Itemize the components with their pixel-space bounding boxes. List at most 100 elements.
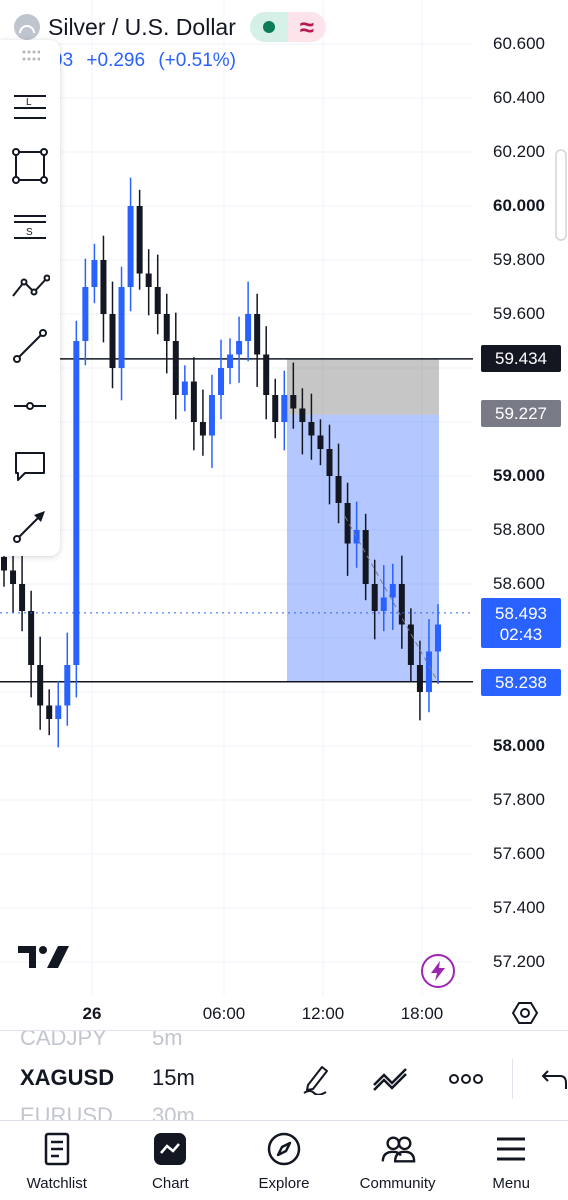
candle-body bbox=[263, 354, 270, 395]
horizontal-ray-tool[interactable] bbox=[8, 384, 52, 428]
time-label: 12:00 bbox=[301, 1004, 345, 1023]
price-label: 60.200 bbox=[493, 142, 545, 161]
candle-body bbox=[254, 314, 261, 355]
price-label: 58.800 bbox=[493, 520, 545, 539]
symbol-row[interactable]: CADJPY 5m bbox=[20, 1030, 183, 1051]
candle-body bbox=[380, 597, 387, 611]
candle-body bbox=[127, 206, 134, 287]
stop-loss-zone bbox=[287, 358, 439, 415]
tradingview-logo-icon[interactable] bbox=[18, 944, 70, 970]
market-status[interactable]: ≈ bbox=[249, 12, 326, 42]
candle-body bbox=[100, 260, 107, 314]
rectangle-tool[interactable] bbox=[8, 144, 52, 188]
drag-handle-icon[interactable] bbox=[22, 50, 40, 62]
nav-explore[interactable]: Explore bbox=[227, 1121, 341, 1200]
arrow-line-icon bbox=[13, 511, 45, 543]
community-icon bbox=[381, 1136, 415, 1163]
price-label: 58.000 bbox=[493, 736, 545, 755]
polyline-tool[interactable] bbox=[8, 264, 52, 308]
market-open-icon bbox=[249, 12, 288, 42]
compass-icon bbox=[267, 1132, 301, 1166]
svg-text:S: S bbox=[26, 227, 33, 238]
menu-icon bbox=[497, 1137, 526, 1161]
price-label: 60.600 bbox=[493, 34, 545, 53]
candle-body bbox=[181, 381, 188, 395]
candle-body bbox=[145, 273, 152, 287]
nav-chart[interactable]: Chart bbox=[114, 1121, 228, 1200]
candle-body bbox=[371, 584, 378, 611]
nav-community[interactable]: Community bbox=[341, 1121, 455, 1200]
symbol-name[interactable]: Silver / U.S. Dollar bbox=[48, 14, 236, 41]
chart-area[interactable]: Silver / U.S. Dollar ≈ 93 +0.296 (+0.51%… bbox=[0, 0, 568, 1040]
undo-button[interactable] bbox=[534, 1059, 568, 1099]
lower-line-price-tag: 58.238 bbox=[481, 669, 561, 696]
trendline-tool[interactable] bbox=[8, 324, 52, 368]
candle-body bbox=[73, 341, 80, 665]
horizontal-lines-S-tool[interactable]: S bbox=[8, 204, 52, 248]
nav-label: Watchlist bbox=[26, 1175, 87, 1192]
price-label: 60.000 bbox=[493, 196, 545, 215]
candle-body bbox=[272, 395, 279, 422]
candle-body bbox=[64, 665, 71, 706]
polyline-icon bbox=[12, 274, 50, 297]
symbol-interval-strip[interactable]: CADJPY 5m XAGUSD 15m EURUSD 30m bbox=[0, 1030, 568, 1122]
time-label: 18:00 bbox=[400, 1004, 444, 1023]
chart-icon bbox=[154, 1133, 187, 1165]
price-label: 57.800 bbox=[493, 790, 545, 809]
callout-tool[interactable] bbox=[8, 444, 52, 488]
horizontal-lines-L-icon: L bbox=[14, 95, 46, 119]
candle-body bbox=[37, 665, 44, 706]
change-value: +0.296 bbox=[86, 50, 146, 71]
candle-body bbox=[299, 408, 306, 422]
price-label: 57.200 bbox=[493, 952, 545, 971]
nav-label: Community bbox=[359, 1175, 436, 1192]
nav-label: Menu bbox=[492, 1175, 530, 1192]
more-button[interactable] bbox=[446, 1059, 486, 1099]
candle-body bbox=[308, 422, 315, 436]
candle-body bbox=[245, 314, 252, 341]
interval-label: 15m bbox=[152, 1065, 195, 1090]
price-label: 57.600 bbox=[493, 844, 545, 863]
multi-line-button[interactable] bbox=[370, 1059, 410, 1099]
nav-label: Explore bbox=[258, 1175, 310, 1192]
candle-body bbox=[208, 395, 215, 436]
interval-label: 5m bbox=[152, 1030, 183, 1050]
nav-watchlist[interactable]: Watchlist bbox=[0, 1121, 114, 1200]
candle-body bbox=[91, 260, 98, 287]
candle-body bbox=[82, 287, 89, 341]
candle-body bbox=[416, 665, 423, 692]
drawing-toolbar[interactable]: L S bbox=[0, 40, 60, 556]
current-price-tag: 58.493 02:43 bbox=[481, 598, 561, 648]
settings-icon[interactable] bbox=[512, 1000, 538, 1026]
right-panel-handle bbox=[555, 149, 567, 241]
candle-body bbox=[435, 624, 441, 652]
candle-body bbox=[136, 206, 143, 274]
candle-body bbox=[236, 341, 243, 355]
horizontal-lines-L-tool[interactable]: L bbox=[8, 84, 52, 128]
candle-body bbox=[19, 584, 26, 611]
bolt-button[interactable] bbox=[421, 954, 455, 988]
multi-line-icon bbox=[373, 1068, 407, 1091]
candle-body bbox=[344, 503, 351, 544]
candle-body bbox=[10, 570, 17, 584]
pencil-button[interactable] bbox=[296, 1059, 336, 1099]
symbol-label: CADJPY bbox=[20, 1030, 107, 1050]
bottom-navigation[interactable]: Watchlist Chart Explore Community Menu bbox=[0, 1120, 568, 1200]
arrow-line-tool[interactable] bbox=[8, 504, 52, 548]
candle-body bbox=[172, 341, 179, 395]
symbol-header[interactable]: Silver / U.S. Dollar ≈ bbox=[14, 10, 326, 44]
price-label: 59.000 bbox=[493, 466, 545, 485]
trendline-icon bbox=[13, 329, 47, 363]
time-label: 06:00 bbox=[202, 1004, 246, 1023]
bar-countdown: 02:43 bbox=[499, 625, 543, 644]
time-label: 26 bbox=[82, 1004, 102, 1023]
candle-body bbox=[190, 381, 197, 422]
symbol-row-current[interactable]: XAGUSD 15m bbox=[20, 1065, 195, 1091]
candle-body bbox=[199, 422, 206, 436]
candle-body bbox=[398, 584, 405, 625]
horizontal-lines-S-icon: S bbox=[14, 215, 46, 239]
rectangle-icon bbox=[12, 148, 48, 184]
svg-text:L: L bbox=[26, 97, 32, 108]
nav-menu[interactable]: Menu bbox=[454, 1121, 568, 1200]
watchlist-icon bbox=[44, 1132, 70, 1166]
